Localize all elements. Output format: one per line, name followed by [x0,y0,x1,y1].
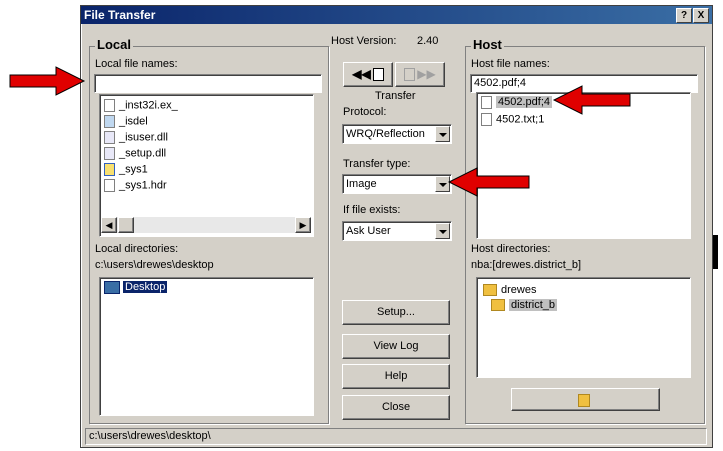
transfer-to-local-button[interactable]: ▶▶ [395,62,445,87]
transfer-label: Transfer [375,90,416,102]
host-version-value: 2.40 [417,35,439,47]
list-item[interactable]: _inst32i.ex_ [104,99,178,115]
title-bar: File Transfer ? X [81,6,712,24]
if-file-exists-label: If file exists: [343,204,401,216]
window-title: File Transfer [84,8,156,22]
local-file-input[interactable] [94,74,322,93]
horizontal-scrollbar[interactable]: ◀ ▶ [101,217,311,233]
annotation-arrow-icon [9,66,86,96]
list-item[interactable]: _setup.dll [104,147,166,163]
list-item[interactable]: _sys1 [104,163,148,179]
tree-item-drewes[interactable]: drewes [483,284,536,300]
file-transfer-dialog: File Transfer ? X Local Local file names… [80,5,713,448]
dll-icon [104,131,115,144]
transfer-type-label: Transfer type: [343,158,411,170]
exe-icon [104,115,115,128]
folder-icon [577,394,590,407]
list-item[interactable]: _isdel [104,115,148,131]
file-icon [481,113,492,126]
protocol-select[interactable]: WRQ/Reflection [342,124,452,144]
host-version-label: Host Version: [331,35,397,47]
chevron-down-icon[interactable] [435,126,450,142]
local-directory-path: c:\users\drewes\desktop [95,259,214,271]
status-bar: c:\users\drewes\desktop\ [85,428,707,445]
desktop-icon [104,281,120,294]
scroll-right-icon[interactable]: ▶ [295,217,311,233]
list-item[interactable]: 4502.pdf;4 [481,96,552,112]
if-file-exists-select[interactable]: Ask User [342,221,452,241]
list-item[interactable]: _isuser.dll [104,131,168,147]
transfer-to-host-button[interactable]: ◀◀ [343,62,393,87]
folder-icon [483,284,497,297]
local-group-title: Local [95,37,133,52]
file-icon [104,179,115,192]
host-directory-path: nba:[drewes.district_b] [471,259,582,271]
close-button[interactable]: Close [342,395,450,420]
tree-item-desktop[interactable]: Desktop [104,281,168,297]
host-directory-tree[interactable]: drewes district_b [476,277,691,378]
help-title-button[interactable]: ? [676,8,692,23]
double-right-arrow-icon: ▶▶ [417,67,436,81]
edge-marker [713,235,718,269]
close-title-button[interactable]: X [693,8,709,23]
annotation-arrow-icon [447,167,530,197]
scroll-thumb[interactable] [118,217,134,233]
local-file-names-label: Local file names: [95,58,178,70]
local-directory-tree[interactable]: Desktop [99,277,314,416]
protocol-label: Protocol: [343,106,387,118]
file-icon [372,68,384,82]
annotation-arrow-icon [552,85,631,115]
host-folder-button[interactable] [511,388,660,411]
file-icon [104,99,115,112]
help-button[interactable]: Help [342,364,450,389]
list-item[interactable]: _sys1.hdr [104,179,167,195]
setup-button[interactable]: Setup... [342,300,450,325]
host-file-names-label: Host file names: [471,58,550,70]
chevron-down-icon[interactable] [435,223,450,239]
file-icon [404,68,416,82]
local-directories-label: Local directories: [95,243,179,255]
folder-open-icon [491,299,505,312]
host-directories-label: Host directories: [471,243,551,255]
scroll-left-icon[interactable]: ◀ [101,217,117,233]
tree-item-district-b[interactable]: district_b [491,299,558,315]
status-text: c:\users\drewes\desktop\ [89,430,211,442]
view-log-button[interactable]: View Log [342,334,450,359]
file-icon [481,96,492,109]
app-icon [104,163,115,176]
dll-icon [104,147,115,160]
list-item[interactable]: 4502.txt;1 [481,113,544,129]
transfer-type-select[interactable]: Image [342,174,452,194]
host-group-title: Host [471,37,504,52]
local-file-list[interactable]: _inst32i.ex_ _isdel _isuser.dll _setup.d… [99,94,314,237]
double-left-arrow-icon: ◀◀ [352,67,371,81]
